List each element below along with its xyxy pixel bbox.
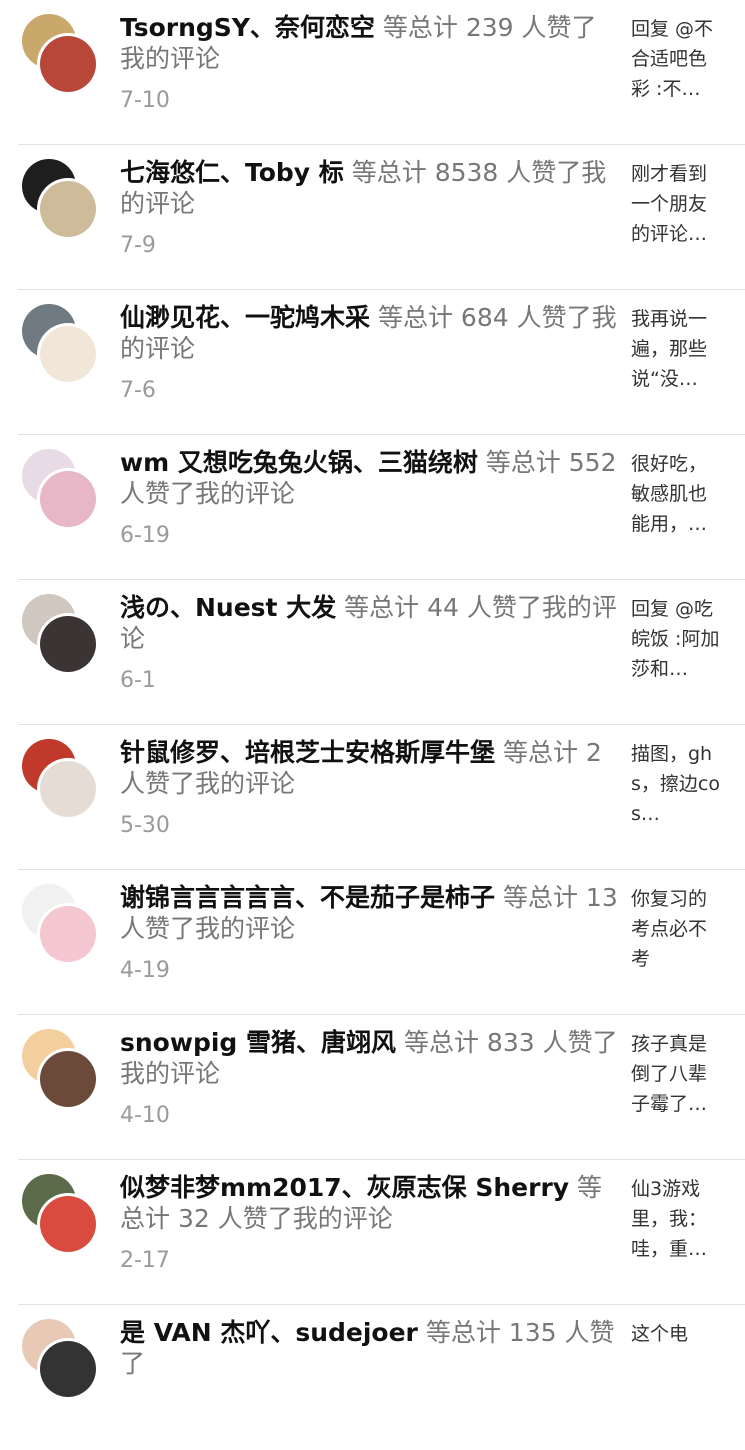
likes-notification-list: TsorngSY、奈何恋空 等总计 239 人赞了我的评论 7-10 回复 @不… [0,0,745,1450]
timestamp: 7-9 [120,233,156,258]
headline: 针鼠修罗、培根芝士安格斯厚牛堡 等总计 2 人赞了我的评论 [120,737,618,799]
notification-text: snowpig 雪猪、唐翊风 等总计 833 人赞了我的评论 4-10 [120,1027,618,1129]
list-item[interactable]: 谢锦言言言言言、不是茄子是柿子 等总计 13 人赞了我的评论 4-19 你复习的… [0,870,745,1015]
notification-text: 针鼠修罗、培根芝士安格斯厚牛堡 等总计 2 人赞了我的评论 5-30 [120,737,618,839]
comment-snippet[interactable]: 回复 @吃皖饭 :阿加莎和… [631,594,725,684]
notification-text: wm 又想吃兔兔火锅、三猫绕树 等总计 552 人赞了我的评论 6-19 [120,447,618,549]
notification-text: 七海悠仁、Toby 标 等总计 8538 人赞了我的评论 7-9 [120,157,618,259]
user-names[interactable]: 似梦非梦mm2017、灰原志保 Sherry [120,1173,569,1202]
timestamp: 5-30 [120,813,170,838]
notification-text: 是 VAN 杰吖、sudejoer 等总计 135 人赞了 [120,1317,618,1393]
avatar[interactable] [40,181,96,237]
headline: 似梦非梦mm2017、灰原志保 Sherry 等总计 32 人赞了我的评论 [120,1172,618,1234]
avatar[interactable] [40,1341,96,1397]
avatar[interactable] [40,761,96,817]
list-item[interactable]: 针鼠修罗、培根芝士安格斯厚牛堡 等总计 2 人赞了我的评论 5-30 描图，gh… [0,725,745,870]
timestamp: 7-10 [120,88,170,113]
comment-snippet[interactable]: 描图，ghs，擦边cos… [631,739,725,829]
user-names[interactable]: 是 VAN 杰吖、sudejoer [120,1318,418,1347]
list-item[interactable]: TsorngSY、奈何恋空 等总计 239 人赞了我的评论 7-10 回复 @不… [0,0,745,145]
comment-snippet[interactable]: 你复习的考点必不考 [631,884,725,974]
headline: wm 又想吃兔兔火锅、三猫绕树 等总计 552 人赞了我的评论 [120,447,618,509]
avatar-stack[interactable] [22,594,100,672]
avatar-stack[interactable] [22,304,100,382]
avatar-stack[interactable] [22,449,100,527]
headline: snowpig 雪猪、唐翊风 等总计 833 人赞了我的评论 [120,1027,618,1089]
avatar[interactable] [40,1051,96,1107]
headline: 浅の、Nuest 大发 等总计 44 人赞了我的评论 [120,592,618,654]
user-names[interactable]: TsorngSY、奈何恋空 [120,13,375,42]
list-item[interactable]: 似梦非梦mm2017、灰原志保 Sherry 等总计 32 人赞了我的评论 2-… [0,1160,745,1305]
user-names[interactable]: 七海悠仁、Toby 标 [120,158,344,187]
avatar-stack[interactable] [22,14,100,92]
user-names[interactable]: 针鼠修罗、培根芝士安格斯厚牛堡 [120,738,495,767]
avatar-stack[interactable] [22,1174,100,1252]
timestamp: 4-10 [120,1103,170,1128]
comment-snippet[interactable]: 这个电 [631,1319,725,1349]
avatar-stack[interactable] [22,1319,100,1397]
headline: 谢锦言言言言言、不是茄子是柿子 等总计 13 人赞了我的评论 [120,882,618,944]
headline: 是 VAN 杰吖、sudejoer 等总计 135 人赞了 [120,1317,618,1379]
avatar[interactable] [40,906,96,962]
timestamp: 2-17 [120,1248,170,1273]
comment-snippet[interactable]: 我再说一遍，那些说“没… [631,304,725,394]
comment-snippet[interactable]: 很好吃，敏感肌也能用，… [631,449,725,539]
user-names[interactable]: wm 又想吃兔兔火锅、三猫绕树 [120,448,478,477]
timestamp: 6-1 [120,668,156,693]
avatar[interactable] [40,1196,96,1252]
avatar-stack[interactable] [22,884,100,962]
notification-text: 谢锦言言言言言、不是茄子是柿子 等总计 13 人赞了我的评论 4-19 [120,882,618,984]
headline: 七海悠仁、Toby 标 等总计 8538 人赞了我的评论 [120,157,618,219]
user-names[interactable]: 浅の、Nuest 大发 [120,593,336,622]
list-item[interactable]: 七海悠仁、Toby 标 等总计 8538 人赞了我的评论 7-9 刚才看到一个朋… [0,145,745,290]
avatar-stack[interactable] [22,159,100,237]
comment-snippet[interactable]: 仙3游戏里，我：哇，重… [631,1174,725,1264]
avatar-stack[interactable] [22,739,100,817]
notification-text: TsorngSY、奈何恋空 等总计 239 人赞了我的评论 7-10 [120,12,618,114]
timestamp: 7-6 [120,378,156,403]
user-names[interactable]: 谢锦言言言言言、不是茄子是柿子 [120,883,495,912]
user-names[interactable]: snowpig 雪猪、唐翊风 [120,1028,396,1057]
headline: TsorngSY、奈何恋空 等总计 239 人赞了我的评论 [120,12,618,74]
avatar[interactable] [40,616,96,672]
timestamp: 6-19 [120,523,170,548]
headline: 仙渺见花、一驼鸠木采 等总计 684 人赞了我的评论 [120,302,618,364]
avatar[interactable] [40,471,96,527]
list-item[interactable]: 是 VAN 杰吖、sudejoer 等总计 135 人赞了 这个电 [0,1305,745,1450]
comment-snippet[interactable]: 孩子真是倒了八辈子霉了… [631,1029,725,1119]
list-item[interactable]: 浅の、Nuest 大发 等总计 44 人赞了我的评论 6-1 回复 @吃皖饭 :… [0,580,745,725]
avatar-stack[interactable] [22,1029,100,1107]
timestamp: 4-19 [120,958,170,983]
avatar[interactable] [40,36,96,92]
avatar[interactable] [40,326,96,382]
notification-text: 仙渺见花、一驼鸠木采 等总计 684 人赞了我的评论 7-6 [120,302,618,404]
notification-text: 浅の、Nuest 大发 等总计 44 人赞了我的评论 6-1 [120,592,618,694]
list-item[interactable]: wm 又想吃兔兔火锅、三猫绕树 等总计 552 人赞了我的评论 6-19 很好吃… [0,435,745,580]
comment-snippet[interactable]: 回复 @不合适吧色彩 :不… [631,14,725,104]
list-item[interactable]: 仙渺见花、一驼鸠木采 等总计 684 人赞了我的评论 7-6 我再说一遍，那些说… [0,290,745,435]
comment-snippet[interactable]: 刚才看到一个朋友的评论… [631,159,725,249]
notification-text: 似梦非梦mm2017、灰原志保 Sherry 等总计 32 人赞了我的评论 2-… [120,1172,618,1274]
user-names[interactable]: 仙渺见花、一驼鸠木采 [120,303,370,332]
list-item[interactable]: snowpig 雪猪、唐翊风 等总计 833 人赞了我的评论 4-10 孩子真是… [0,1015,745,1160]
